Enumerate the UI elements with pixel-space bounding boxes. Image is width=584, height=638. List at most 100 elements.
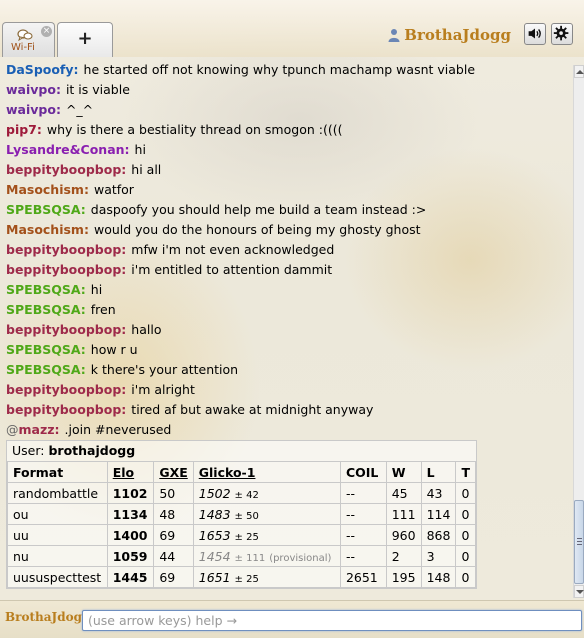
scroll-thumb[interactable] (574, 500, 584, 584)
glicko-rating: 1653 (198, 527, 231, 543)
scroll-down-button[interactable] (574, 585, 584, 598)
message-username[interactable]: Masochism: (6, 182, 89, 197)
message-username[interactable]: beppityboopbop: (6, 242, 126, 257)
cell-format: ou (7, 503, 108, 525)
message-text: he started off not knowing why tpunch ma… (83, 62, 476, 77)
message-username[interactable]: mazz: (19, 422, 60, 437)
gear-icon (553, 25, 569, 41)
chat-message: Masochism: watfor (0, 180, 573, 200)
chat-message: pip7: why is there a bestiality thread on… (0, 120, 573, 140)
cell-elo: 1400 (106, 524, 155, 546)
cell-gxe: 69 (153, 566, 194, 588)
username[interactable]: BrothaJdogg (404, 26, 511, 44)
message-username[interactable]: beppityboopbop: (6, 402, 126, 417)
arrow-up-icon (576, 70, 584, 74)
message-text: watfor (93, 182, 134, 197)
cell-glicko: 1483 ± 50 (192, 503, 341, 525)
message-username[interactable]: SPEBSQSA: (6, 342, 86, 357)
chat-message: waivpo: ^_^ (0, 100, 573, 120)
ranking-row: nu 1059 44 1454 ± 111 (provisional) -- 2 3 0 (7, 545, 476, 567)
tab-label: Wi-Fi (11, 42, 35, 53)
cell-glicko: 1454 ± 111 (provisional) (192, 545, 341, 567)
message-username[interactable]: Masochism: (6, 222, 89, 237)
cell-wins: 111 (385, 503, 422, 525)
message-username[interactable]: Lysandre&Conan: (6, 142, 130, 157)
col-format: Format (7, 461, 108, 483)
message-text: how r u (90, 342, 138, 357)
cell-ties: 0 (455, 566, 476, 588)
message-username[interactable]: SPEBSQSA: (6, 362, 86, 377)
cell-ties: 0 (455, 482, 476, 504)
grip-icon (577, 538, 582, 539)
tab-wifi[interactable]: × Wi-Fi (2, 22, 55, 57)
sound-button[interactable] (524, 23, 546, 45)
composer-username: BrothaJdogg (5, 610, 91, 624)
cell-format: randombattle (7, 482, 108, 504)
arrow-down-icon (576, 590, 584, 594)
cell-gxe: 50 (153, 482, 194, 504)
top-bar: × Wi-Fi + BrothaJdogg (0, 0, 584, 57)
ranking-row: uu 1400 69 1653 ± 25 -- 960 868 0 (7, 524, 476, 546)
chat-message: SPEBSQSA: hi (0, 280, 573, 300)
chat-message: SPEBSQSA: fren (0, 300, 573, 320)
col-glicko[interactable]: Glicko-1 (192, 461, 341, 483)
message-username[interactable]: beppityboopbop: (6, 162, 126, 177)
user-menu[interactable]: BrothaJdogg (388, 25, 511, 45)
message-username[interactable]: SPEBSQSA: (6, 302, 86, 317)
composer-bar: BrothaJdogg (0, 600, 584, 638)
chat-input[interactable] (82, 610, 582, 631)
glicko-rating: 1454 (198, 548, 231, 564)
message-username[interactable]: waivpo: (6, 102, 61, 117)
cell-glicko: 1653 ± 25 (192, 524, 341, 546)
cell-glicko: 1502 ± 42 (192, 482, 341, 504)
chat-message: DaSpoofy: he started off not knowing why … (0, 60, 573, 80)
sound-icon (528, 28, 541, 39)
chat-log[interactable]: DaSpoofy: he started off not knowing why … (0, 60, 573, 597)
close-tab-icon[interactable]: × (41, 26, 52, 37)
message-username[interactable]: pip7: (6, 122, 42, 137)
glicko-rating: 1483 (198, 506, 231, 522)
col-gxe[interactable]: GXE (153, 461, 194, 483)
message-username[interactable]: SPEBSQSA: (6, 282, 86, 297)
message-text: ^_^ (65, 102, 94, 117)
glicko-deviation: ± 25 (234, 531, 259, 543)
cell-glicko: 1651 ± 25 (192, 566, 341, 588)
cell-gxe: 69 (153, 524, 194, 546)
message-text: hi all (131, 162, 162, 177)
settings-button[interactable] (551, 23, 573, 45)
message-username[interactable]: beppityboopbop: (6, 262, 126, 277)
message-username[interactable]: SPEBSQSA: (6, 202, 86, 217)
cell-losses: 43 (420, 482, 457, 504)
message-username[interactable]: waivpo: (6, 82, 61, 97)
ranking-row: uususpecttest 1445 69 1651 ± 25 2651 195 148 0 (7, 566, 476, 588)
glicko-rating: 1502 (198, 485, 231, 501)
chat-scrollbar[interactable] (573, 65, 584, 598)
scroll-up-button[interactable] (574, 65, 584, 78)
message-text: daspoofy you should help me build a team… (90, 202, 427, 217)
cell-gxe: 44 (153, 545, 194, 567)
col-elo[interactable]: Elo (106, 461, 155, 483)
cell-losses: 868 (420, 524, 457, 546)
cell-wins: 960 (385, 524, 422, 546)
chat-message: beppityboopbop: mfw i'm not even acknowle… (0, 240, 573, 260)
new-tab-button[interactable]: + (57, 22, 113, 57)
chat-message: Masochism: would you do the honours of be… (0, 220, 573, 240)
cell-coil: 2651 (339, 566, 387, 588)
glicko-deviation: ± 25 (234, 573, 259, 585)
col-l: L (420, 461, 457, 483)
chat-message: Lysandre&Conan: hi (0, 140, 573, 160)
cell-elo: 1059 (106, 545, 155, 567)
message-text: fren (90, 302, 116, 317)
message-text: tired af but awake at midnight anyway (131, 402, 374, 417)
cell-elo: 1102 (106, 482, 155, 504)
message-username[interactable]: DaSpoofy: (6, 62, 79, 77)
message-list: DaSpoofy: he started off not knowing why … (0, 60, 573, 440)
message-username[interactable]: beppityboopbop: (6, 322, 126, 337)
cell-format: uususpecttest (7, 566, 108, 588)
message-username[interactable]: beppityboopbop: (6, 382, 126, 397)
chat-message: SPEBSQSA: k there's your attention (0, 360, 573, 380)
ranking-box: User: brothajdogg Format Elo GXE Glicko-… (6, 440, 477, 589)
ranking-row: ou 1134 48 1483 ± 50 -- 111 114 0 (7, 503, 476, 525)
ranking-user-label: User: (12, 443, 45, 458)
message-text: it is viable (65, 82, 130, 97)
